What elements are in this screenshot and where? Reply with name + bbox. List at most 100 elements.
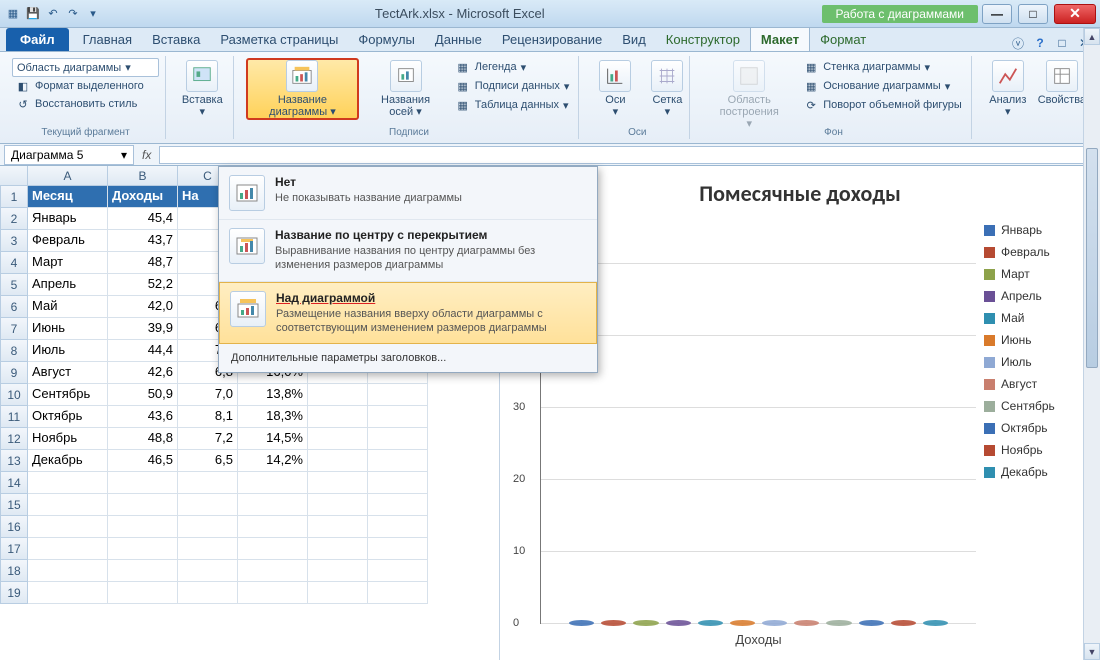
tab-design[interactable]: Конструктор [656,28,750,51]
cell[interactable] [108,516,178,538]
properties-button[interactable]: Свойства [1036,58,1088,108]
cell[interactable] [28,494,108,516]
cell[interactable]: Апрель [28,274,108,296]
save-icon[interactable]: 💾 [24,5,42,23]
cell[interactable] [28,538,108,560]
format-selection-button[interactable]: ◧Формат выделенного [12,77,159,95]
cell[interactable] [178,560,238,582]
legend-item[interactable]: Январь [984,223,1090,237]
minimize-ribbon-icon[interactable]: ⓥ [1010,35,1026,51]
tab-page-layout[interactable]: Разметка страницы [210,28,348,51]
cell[interactable] [178,582,238,604]
vertical-scrollbar[interactable]: ▲ ▼ [1083,28,1100,660]
cell[interactable]: 43,6 [108,406,178,428]
cell[interactable]: 52,2 [108,274,178,296]
row-header[interactable]: 10 [0,384,28,406]
cell[interactable] [28,516,108,538]
chart-floor-button[interactable]: ▦Основание диаграммы ▾ [800,77,965,95]
fx-icon[interactable]: fx [138,148,155,162]
cell[interactable] [308,472,368,494]
cell[interactable] [368,450,428,472]
scroll-down-arrow[interactable]: ▼ [1084,643,1100,660]
row-header[interactable]: 4 [0,252,28,274]
row-header[interactable]: 1 [0,186,28,208]
maximize-button[interactable]: □ [1018,4,1048,24]
cell[interactable]: Ноябрь [28,428,108,450]
legend-item[interactable]: Май [984,311,1090,325]
insert-button[interactable]: Вставка▾ [178,58,227,120]
header-cell[interactable]: Месяц [28,186,108,208]
tab-formulas[interactable]: Формулы [348,28,425,51]
cell[interactable]: 50,9 [108,384,178,406]
row-header[interactable]: 17 [0,538,28,560]
legend-item[interactable]: Сентябрь [984,399,1090,413]
legend-item[interactable]: Август [984,377,1090,391]
tab-home[interactable]: Главная [73,28,142,51]
scroll-thumb[interactable] [1086,148,1098,368]
cell[interactable]: 43,7 [108,230,178,252]
axes-button[interactable]: Оси▾ [591,58,639,120]
row-header[interactable]: 11 [0,406,28,428]
legend-item[interactable]: Июнь [984,333,1090,347]
cell[interactable]: 46,5 [108,450,178,472]
axis-titles-button[interactable]: Названия осей ▾ [363,58,447,120]
cell[interactable] [368,582,428,604]
cell[interactable] [308,450,368,472]
legend-item[interactable]: Декабрь [984,465,1090,479]
cell[interactable] [368,428,428,450]
cell[interactable] [238,494,308,516]
cell[interactable] [108,560,178,582]
data-table-button[interactable]: ▦Таблица данных ▾ [452,96,573,114]
name-box[interactable]: Диаграмма 5▾ [4,145,134,165]
worksheet[interactable]: ABCDEF 1МесяцДоходыНа2Январь45,43Февраль… [0,166,500,660]
tab-file[interactable]: Файл [6,28,69,51]
legend-item[interactable]: Ноябрь [984,443,1090,457]
cell[interactable]: 42,6 [108,362,178,384]
plot-area[interactable]: Доходы 01020304050 [540,227,976,624]
cell[interactable]: 39,9 [108,318,178,340]
row-header[interactable]: 3 [0,230,28,252]
window-restore-icon[interactable]: □ [1054,35,1070,51]
cell[interactable] [178,538,238,560]
chart-title-button[interactable]: Название диаграммы ▾ [246,58,360,120]
cell[interactable]: 14,5% [238,428,308,450]
cell[interactable] [308,428,368,450]
menu-item-above[interactable]: Над диаграммойРазмещение названия вверху… [219,282,597,345]
row-header[interactable]: 14 [0,472,28,494]
row-header[interactable]: 18 [0,560,28,582]
cell[interactable] [368,516,428,538]
cell[interactable]: 8,1 [178,406,238,428]
header-cell[interactable]: Доходы [108,186,178,208]
cell[interactable] [238,516,308,538]
legend-item[interactable]: Февраль [984,245,1090,259]
cell[interactable] [238,582,308,604]
column-header[interactable]: B [108,166,178,185]
cell[interactable]: Март [28,252,108,274]
tab-insert[interactable]: Вставка [142,28,210,51]
cell[interactable]: Сентябрь [28,384,108,406]
qat-dropdown-icon[interactable]: ▾ [84,5,102,23]
chart-elements-dropdown[interactable]: Область диаграммы▾ [12,58,159,77]
cell[interactable] [308,582,368,604]
tab-data[interactable]: Данные [425,28,492,51]
help-icon[interactable]: ? [1032,35,1048,51]
minimize-button[interactable]: — [982,4,1012,24]
select-all-corner[interactable] [0,166,28,185]
cell[interactable]: Июль [28,340,108,362]
cell[interactable] [108,494,178,516]
undo-icon[interactable]: ↶ [44,5,62,23]
cell[interactable] [308,560,368,582]
menu-item-none[interactable]: НетНе показывать название диаграммы [219,167,597,220]
data-labels-button[interactable]: ▦Подписи данных ▾ [452,77,573,95]
cell[interactable]: Июнь [28,318,108,340]
cell[interactable] [28,560,108,582]
row-header[interactable]: 2 [0,208,28,230]
row-header[interactable]: 16 [0,516,28,538]
cell[interactable]: Октябрь [28,406,108,428]
row-header[interactable]: 8 [0,340,28,362]
close-button[interactable]: ✕ [1054,4,1096,24]
row-header[interactable]: 7 [0,318,28,340]
tab-layout[interactable]: Макет [750,27,810,51]
cell[interactable] [178,494,238,516]
cell[interactable]: Май [28,296,108,318]
